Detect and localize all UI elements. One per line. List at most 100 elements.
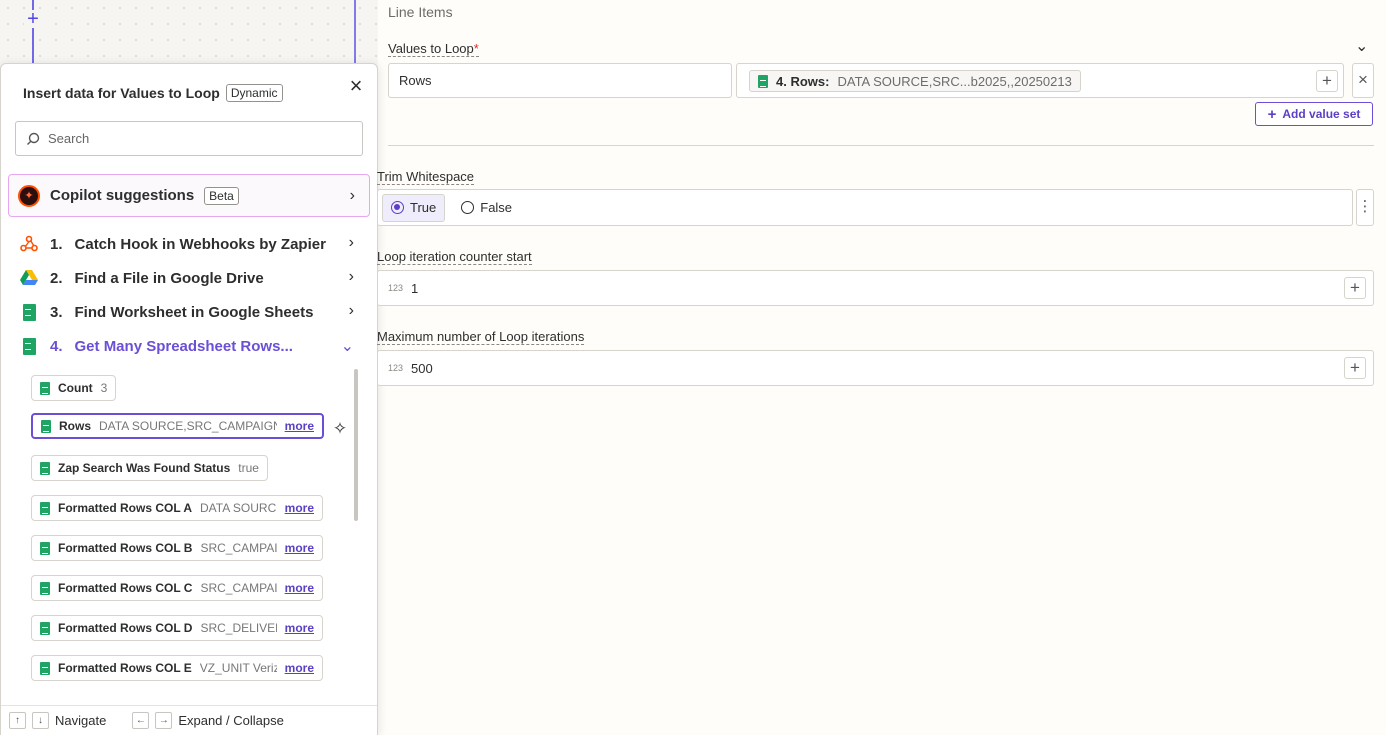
arrow-left-key: ← — [132, 712, 150, 729]
close-icon[interactable]: × — [345, 75, 367, 98]
webhook-icon — [20, 235, 38, 253]
more-link[interactable]: more — [285, 621, 314, 635]
google-sheets-icon — [20, 337, 38, 355]
section-title: Line Items — [388, 4, 453, 20]
field-item-col-c[interactable]: Formatted Rows COL C SRC_CAMPAIGN more — [31, 575, 323, 601]
google-sheets-icon — [758, 74, 768, 88]
max-iterations-input[interactable]: 123 500 + — [377, 350, 1374, 386]
add-step-icon[interactable]: + — [24, 9, 42, 29]
field-item-count[interactable]: Count 3 — [31, 375, 117, 401]
copilot-icon: ✦ — [18, 184, 40, 207]
field-item-rows[interactable]: Rows DATA SOURCE,SRC_CAMPAIGN more — [31, 413, 324, 439]
max-iterations-label: Maximum number of Loop iterations — [377, 329, 585, 345]
field-label: Zap Search Was Found Status — [58, 461, 231, 475]
google-sheets-icon — [40, 581, 50, 595]
field-label: Formatted Rows COL D — [58, 621, 193, 635]
popover-title: Insert data for Values to Loop — [23, 85, 220, 101]
more-link[interactable]: more — [285, 541, 314, 555]
insert-data-plus-icon[interactable]: + — [1344, 357, 1366, 379]
field-item-zap-search-status[interactable]: Zap Search Was Found Status true — [31, 455, 268, 481]
insert-data-plus-icon[interactable]: + — [1316, 70, 1338, 92]
chevron-right-icon: › — [349, 186, 355, 204]
radio-selected-icon — [391, 201, 404, 214]
sparkle-icon[interactable]: ✧ — [329, 418, 351, 440]
field-value: SRC_DELIVERY — [200, 621, 276, 635]
field-item-col-e[interactable]: Formatted Rows COL E VZ_UNIT Verizon mor… — [31, 655, 323, 681]
more-link[interactable]: more — [285, 501, 314, 515]
field-label: Formatted Rows COL A — [58, 501, 193, 515]
counter-start-value: 1 — [411, 280, 419, 296]
pill-label: 4. Rows: — [776, 73, 830, 89]
more-link[interactable]: more — [285, 419, 314, 433]
arrow-right-key: → — [155, 712, 173, 729]
trim-false-radio[interactable]: False — [461, 200, 512, 215]
field-value: true — [238, 461, 259, 475]
step-name: Find a File in Google Drive — [74, 269, 264, 287]
more-link[interactable]: more — [285, 661, 314, 675]
counter-start-input[interactable]: 123 1 + — [377, 270, 1374, 306]
field-item-col-a[interactable]: Formatted Rows COL A DATA SOURCE more — [31, 495, 323, 521]
trim-true-label: True — [410, 200, 437, 215]
google-drive-icon — [20, 269, 38, 287]
beta-badge: Beta — [204, 186, 239, 205]
values-to-loop-label: Values to Loop* — [388, 41, 479, 57]
field-value: SRC_CAMPAIGN — [200, 581, 276, 595]
keyboard-hints: ↑ ↓ Navigate ← → Expand / Collapse — [1, 705, 377, 735]
step-2-find-file[interactable]: 2. Find a File in Google Drive › — [20, 266, 360, 290]
remove-value-close-icon[interactable]: × — [1352, 63, 1374, 98]
field-value: VZ_UNIT Verizon — [199, 661, 277, 675]
counter-start-label: Loop iteration counter start — [377, 249, 532, 265]
google-sheets-icon — [40, 461, 50, 475]
more-options-icon[interactable]: ⋮ — [1356, 189, 1374, 226]
required-mark: * — [473, 41, 479, 56]
search-field[interactable] — [15, 121, 363, 156]
step-number: 1. — [50, 235, 63, 253]
copilot-label: Copilot suggestions — [50, 187, 195, 204]
step-number: 4. — [50, 337, 63, 355]
field-value: SRC_CAMPAIGN — [200, 541, 276, 555]
pill-value: DATA SOURCE,SRC...b2025,,20250213 — [837, 73, 1072, 89]
chevron-down-icon: ⌄ — [340, 338, 354, 355]
chevron-down-icon[interactable]: ⌄ — [1355, 36, 1368, 56]
list-scrollbar[interactable] — [354, 369, 358, 521]
field-item-col-b[interactable]: Formatted Rows COL B SRC_CAMPAIGN more — [31, 535, 323, 561]
chevron-right-icon: › — [348, 234, 354, 251]
field-value: DATA SOURCE — [200, 501, 277, 515]
more-link[interactable]: more — [285, 581, 314, 595]
expand-collapse-hint: Expand / Collapse — [178, 713, 284, 728]
value-key-text: Rows — [399, 73, 432, 88]
google-sheets-icon — [40, 661, 50, 675]
step-number: 2. — [50, 269, 63, 287]
value-mapped-input[interactable]: 4. Rows: DATA SOURCE,SRC...b2025,,202502… — [736, 63, 1344, 98]
trim-true-radio[interactable]: True — [382, 193, 446, 222]
search-icon — [27, 132, 40, 145]
google-sheets-icon — [40, 381, 50, 395]
search-input[interactable] — [48, 131, 338, 146]
section-divider — [388, 145, 1374, 146]
max-iterations-value: 500 — [411, 360, 433, 376]
chevron-right-icon: › — [348, 268, 354, 285]
trim-whitespace-radio-group: True False — [377, 189, 1353, 226]
google-sheets-icon — [40, 621, 50, 635]
number-type-icon: 123 — [388, 363, 404, 373]
popover-header: Insert data for Values to Loop Dynamic — [23, 84, 283, 102]
number-type-icon: 123 — [388, 283, 404, 293]
insert-data-plus-icon[interactable]: + — [1344, 277, 1366, 299]
field-label: Formatted Rows COL C — [58, 581, 193, 595]
arrow-down-key: ↓ — [32, 712, 49, 729]
field-label: Count — [58, 381, 93, 395]
copilot-suggestions-row[interactable]: ✦ Copilot suggestions Beta › — [8, 174, 370, 217]
add-value-set-button[interactable]: + Add value set — [1255, 102, 1373, 126]
step-name: Find Worksheet in Google Sheets — [74, 303, 314, 321]
step-4-get-rows[interactable]: 4. Get Many Spreadsheet Rows... ⌄ — [20, 334, 360, 358]
step-3-find-worksheet[interactable]: 3. Find Worksheet in Google Sheets › — [20, 300, 360, 324]
step-number: 3. — [50, 303, 63, 321]
trim-whitespace-label: Trim Whitespace — [377, 169, 475, 185]
step-1-catch-hook[interactable]: 1. Catch Hook in Webhooks by Zapier › — [20, 232, 360, 256]
value-key-input[interactable]: Rows — [388, 63, 732, 98]
mapped-data-pill[interactable]: 4. Rows: DATA SOURCE,SRC...b2025,,202502… — [749, 70, 1081, 92]
dynamic-badge: Dynamic — [225, 84, 283, 102]
navigate-hint: Navigate — [55, 713, 107, 728]
field-item-col-d[interactable]: Formatted Rows COL D SRC_DELIVERY more — [31, 615, 323, 641]
google-sheets-icon — [41, 419, 51, 433]
